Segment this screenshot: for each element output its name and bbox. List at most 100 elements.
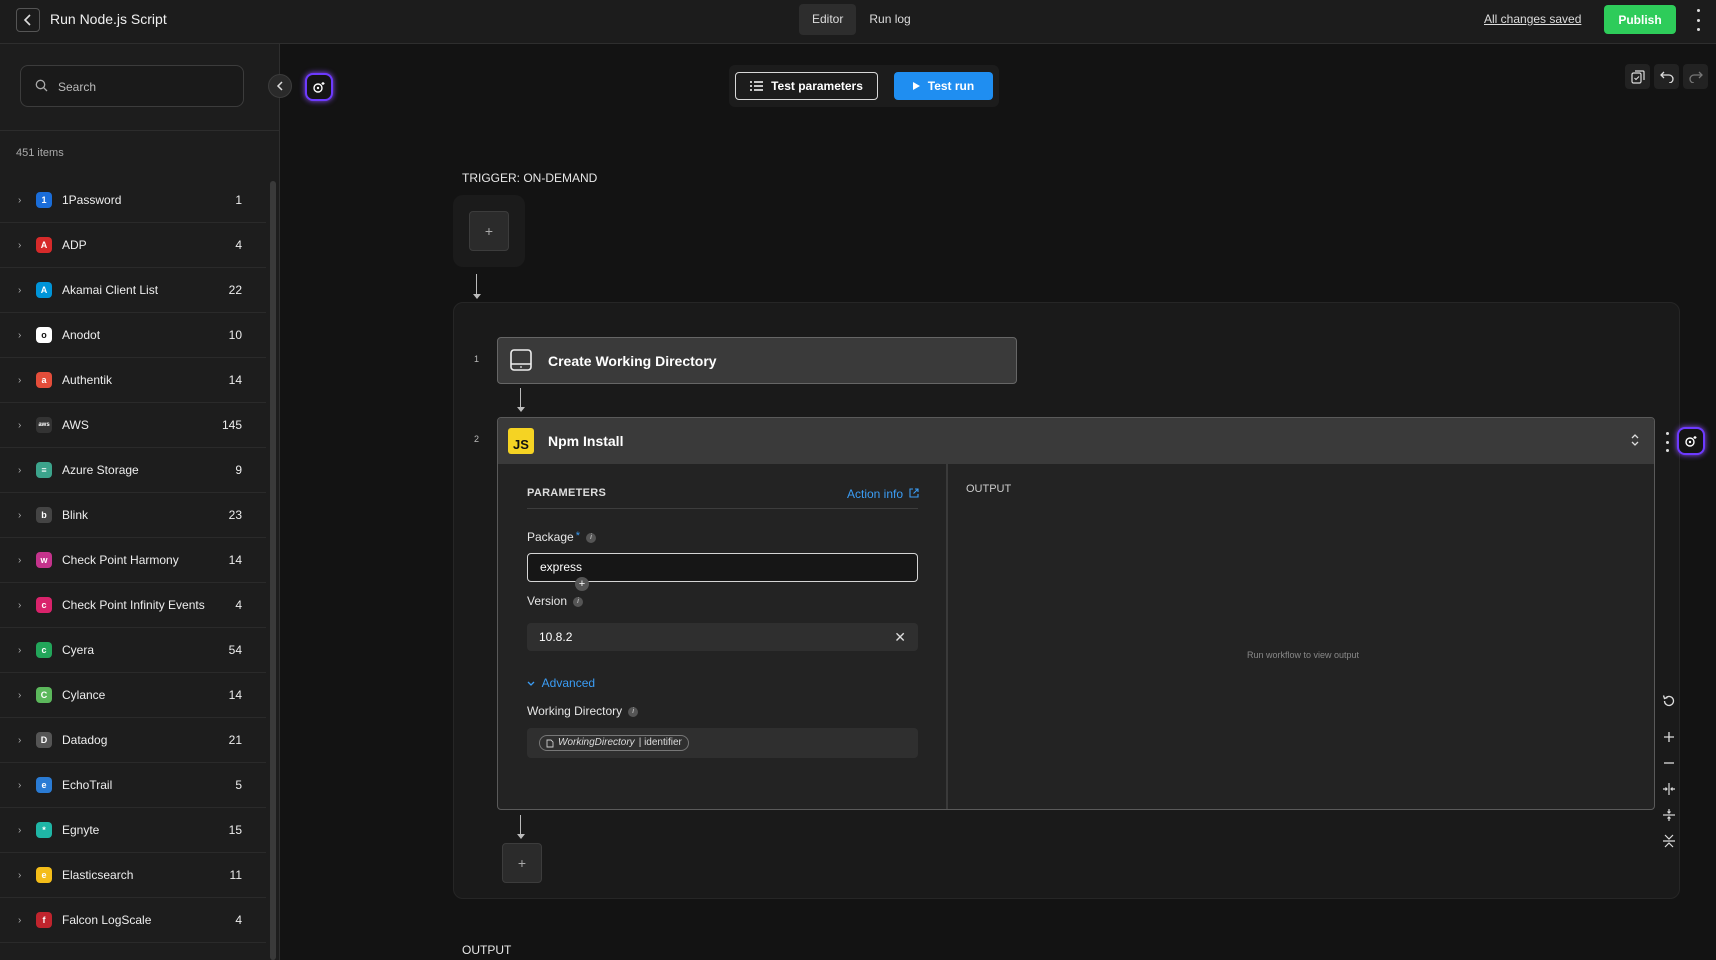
chevron-right-icon[interactable]: › (18, 240, 21, 251)
list-item[interactable]: › * Egnyte 15 (0, 808, 266, 853)
integration-name: Cyera (62, 643, 95, 657)
saved-status-link[interactable]: All changes saved (1484, 12, 1581, 26)
publish-button[interactable]: Publish (1604, 5, 1676, 34)
trigger-label: TRIGGER: ON-DEMAND (462, 171, 598, 185)
list-item[interactable]: › e Elasticsearch 11 (0, 853, 266, 898)
insert-variable-button[interactable]: + (575, 577, 589, 591)
view-tabs: Editor Run log (799, 4, 924, 35)
working-directory-field[interactable]: WorkingDirectory | identifier (527, 728, 918, 758)
item-count: 451 items (16, 147, 64, 159)
chevron-right-icon[interactable]: › (18, 915, 21, 926)
ai-assistant-button[interactable] (305, 73, 333, 101)
fit-width-icon (1663, 783, 1675, 795)
list-item[interactable]: › o Anodot 10 (0, 313, 266, 358)
chevron-right-icon[interactable]: › (18, 330, 21, 341)
integration-count: 5 (235, 778, 242, 792)
list-item[interactable]: › c Cyera 54 (0, 628, 266, 673)
more-menu-icon[interactable] (1692, 9, 1704, 31)
integration-count: 145 (221, 418, 242, 432)
list-item[interactable]: › b Blink 23 (0, 493, 266, 538)
info-icon[interactable]: i (573, 596, 584, 607)
list-item[interactable]: › w Check Point Harmony 14 (0, 538, 266, 583)
fit-width-button[interactable] (1657, 776, 1681, 802)
list-item[interactable]: › aws AWS 145 (0, 403, 266, 448)
integration-count: 4 (235, 598, 242, 612)
list-item[interactable]: › a Authentik 14 (0, 358, 266, 403)
list-item[interactable]: › ≡ Azure Storage 9 (0, 448, 266, 493)
integration-count: 4 (235, 238, 242, 252)
chevron-right-icon[interactable]: › (18, 510, 21, 521)
list-item[interactable]: › A ADP 4 (0, 223, 266, 268)
zoom-out-button[interactable] (1657, 750, 1681, 776)
integration-logo-icon: ≡ (36, 462, 52, 478)
chevron-right-icon[interactable]: › (18, 870, 21, 881)
step-more-menu-icon[interactable] (1664, 432, 1670, 452)
history-tools (1625, 64, 1708, 89)
fit-height-button[interactable] (1657, 802, 1681, 828)
chevron-right-icon[interactable]: › (18, 735, 21, 746)
test-parameters-button[interactable]: Test parameters (735, 72, 878, 100)
back-button[interactable] (16, 8, 40, 32)
zoom-in-button[interactable] (1657, 724, 1681, 750)
tab-run-log[interactable]: Run log (856, 4, 923, 35)
chevron-right-icon[interactable]: › (18, 600, 21, 611)
search-icon (35, 79, 48, 92)
list-item[interactable]: › c Check Point Infinity Events 4 (0, 583, 266, 628)
sidebar-scrollbar[interactable] (270, 181, 276, 960)
action-info-link[interactable]: Action info (847, 487, 919, 501)
list-item[interactable]: › e EchoTrail 5 (0, 763, 266, 808)
fit-height-icon (1663, 809, 1675, 821)
clear-icon[interactable]: ✕ (894, 623, 906, 651)
chevron-right-icon[interactable]: › (18, 645, 21, 656)
step-header[interactable]: JS Npm Install (498, 418, 1654, 464)
list-item[interactable]: › D Datadog 21 (0, 718, 266, 763)
test-run-button[interactable]: Test run (894, 72, 993, 100)
copy-button[interactable] (1625, 64, 1650, 89)
list-item[interactable]: › 1 1Password 1 (0, 178, 266, 223)
output-heading: OUTPUT (966, 483, 1012, 495)
step-ai-assistant-button[interactable] (1677, 427, 1705, 455)
step-title: Create Working Directory (548, 353, 717, 369)
chevron-right-icon[interactable]: › (18, 555, 21, 566)
integration-count: 14 (228, 688, 242, 702)
undo-button[interactable] (1654, 64, 1679, 89)
chevron-right-icon[interactable]: › (18, 825, 21, 836)
step-create-working-directory[interactable]: Create Working Directory (497, 337, 1017, 384)
test-run-label: Test run (927, 79, 975, 93)
parameters-heading: PARAMETERS (527, 487, 607, 499)
ai-icon (313, 82, 325, 93)
collapse-all-icon (1663, 834, 1675, 848)
integration-count: 14 (228, 553, 242, 567)
integration-count: 22 (228, 283, 242, 297)
list-item[interactable]: › f Falcon LogScale 4 (0, 898, 266, 943)
chevron-right-icon[interactable]: › (18, 690, 21, 701)
search-input[interactable]: Search (20, 65, 244, 107)
step-number: 2 (474, 434, 480, 444)
chevron-right-icon[interactable]: › (18, 780, 21, 791)
chevron-right-icon[interactable]: › (18, 285, 21, 296)
integration-name: Check Point Infinity Events (62, 598, 205, 612)
add-trigger-button[interactable]: + (469, 211, 509, 251)
tab-editor[interactable]: Editor (799, 4, 857, 35)
add-step-button[interactable]: + (502, 843, 542, 883)
info-icon[interactable]: i (628, 706, 639, 717)
reset-view-button[interactable] (1657, 688, 1681, 714)
variable-chip[interactable]: WorkingDirectory | identifier (539, 735, 689, 751)
version-field[interactable]: 10.8.2 ✕ (527, 623, 918, 651)
advanced-toggle[interactable]: Advanced (527, 676, 595, 690)
chevron-right-icon[interactable]: › (18, 465, 21, 476)
info-icon[interactable]: i (585, 532, 596, 543)
redo-button[interactable] (1683, 64, 1708, 89)
output-panel: OUTPUT Run workflow to view output (950, 464, 1654, 809)
expand-collapse-icon[interactable] (1630, 433, 1640, 447)
chevron-right-icon[interactable]: › (18, 420, 21, 431)
chevron-right-icon[interactable]: › (18, 195, 21, 206)
chevron-right-icon[interactable]: › (18, 375, 21, 386)
chip-variable: WorkingDirectory (558, 737, 635, 748)
collapse-sidebar-button[interactable] (268, 74, 292, 98)
list-item[interactable]: › C Cylance 14 (0, 673, 266, 718)
list-item[interactable]: › A Akamai Client List 22 (0, 268, 266, 313)
integration-name: Akamai Client List (62, 283, 159, 297)
collapse-all-button[interactable] (1657, 828, 1681, 854)
integration-logo-icon: e (36, 867, 52, 883)
